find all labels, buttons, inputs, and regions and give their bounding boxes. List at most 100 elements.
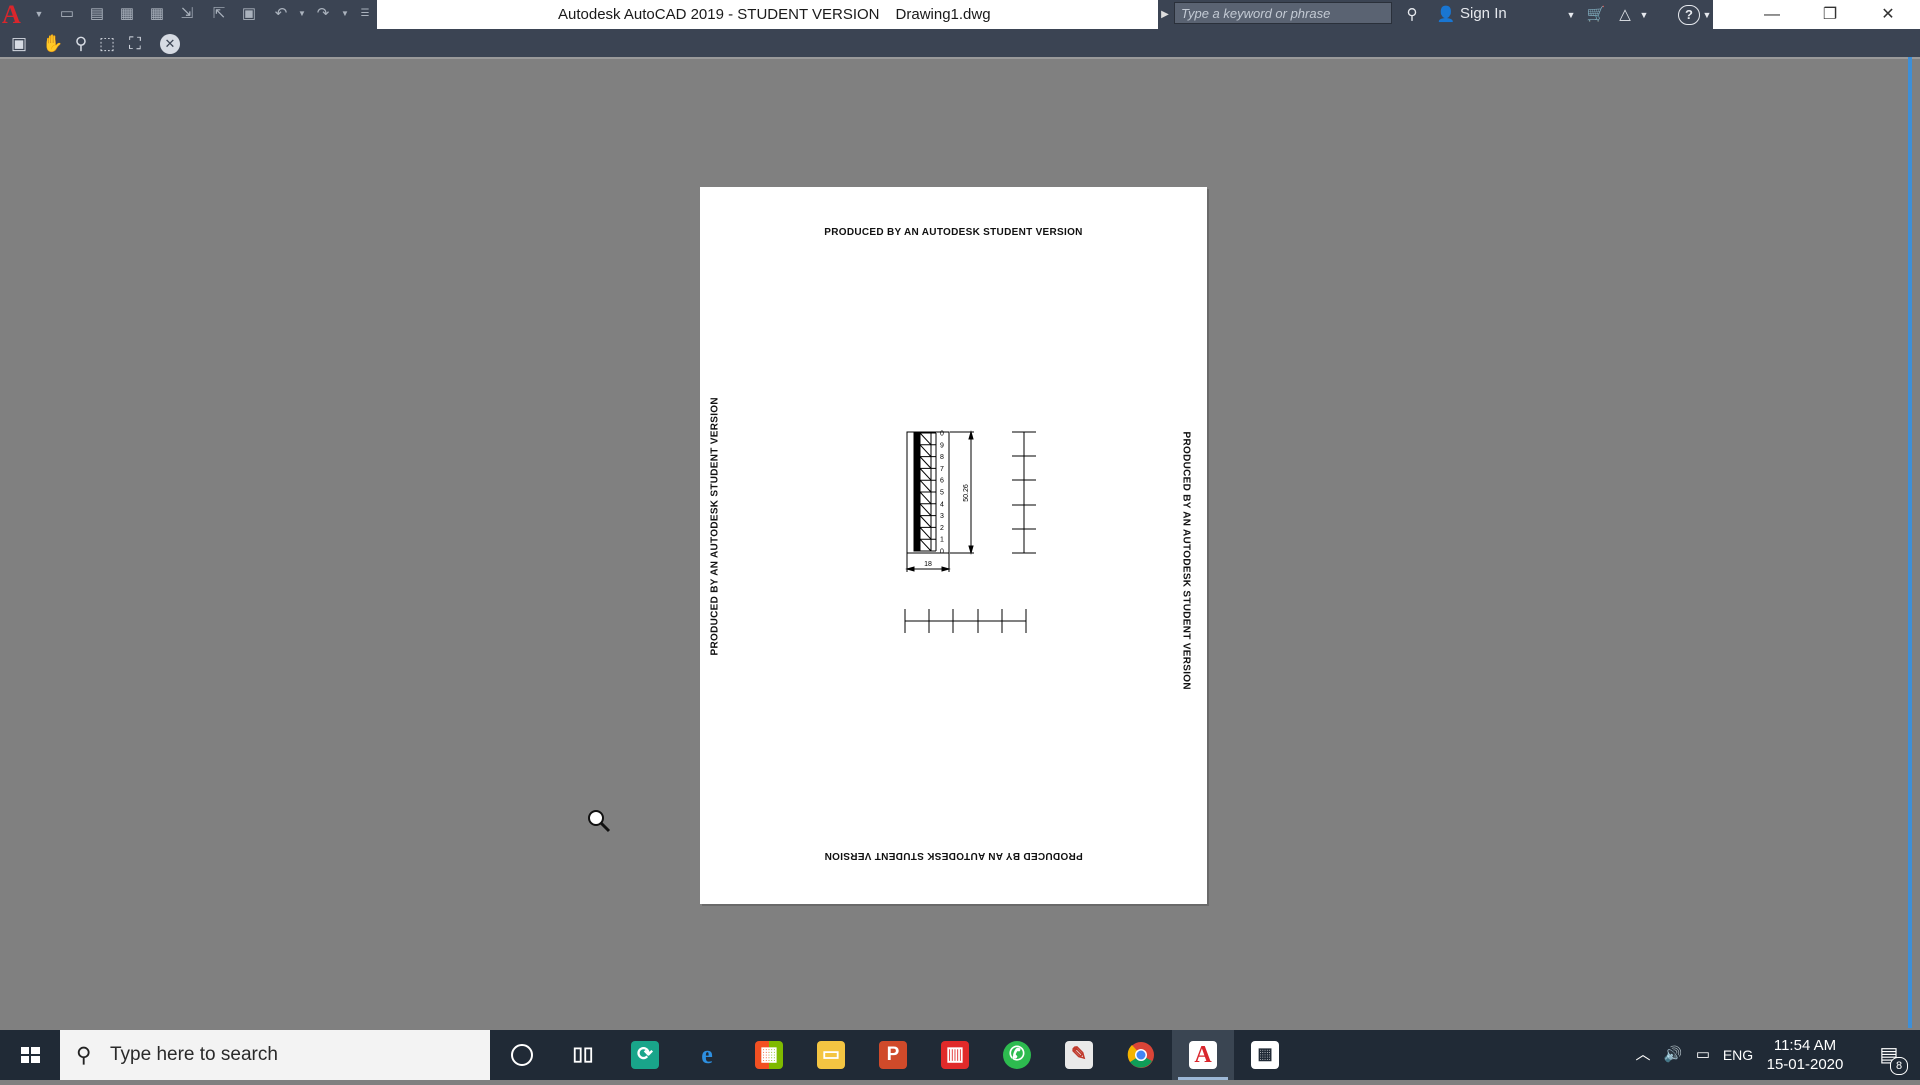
height-dimension-line: [950, 430, 974, 555]
scale-tick-label: 8: [940, 454, 944, 461]
open-icon[interactable]: ▤: [88, 5, 106, 23]
redo-icon[interactable]: ↷: [314, 5, 332, 23]
user-icon[interactable]: 👤: [1436, 5, 1456, 25]
paint-icon: ✎: [1065, 1041, 1093, 1069]
cortana-button[interactable]: [490, 1030, 552, 1080]
taskbar-app-whatsapp[interactable]: ✆: [986, 1030, 1048, 1080]
height-dimension-label: 50.26: [963, 484, 970, 502]
edge-icon: e: [701, 1040, 713, 1069]
file-explorer-icon: ▭: [817, 1041, 845, 1069]
taskbar-app-store[interactable]: ▦: [738, 1030, 800, 1080]
undo-icon[interactable]: ↶: [272, 5, 290, 23]
search-icon: ⚲: [76, 1044, 92, 1067]
taskbar-app-powerpoint[interactable]: P: [862, 1030, 924, 1080]
cart-icon[interactable]: 🛒: [1584, 5, 1608, 25]
minimize-button[interactable]: —: [1743, 0, 1801, 29]
sign-in-link[interactable]: Sign In: [1460, 5, 1507, 22]
window-title: Autodesk AutoCAD 2019 - STUDENT VERSION D…: [558, 6, 991, 23]
taskbar-app-sync[interactable]: ⟳: [614, 1030, 676, 1080]
undo-dropdown-icon[interactable]: ▼: [293, 5, 311, 23]
scrollbar[interactable]: [1908, 57, 1912, 1028]
task-view-icon: ▯▯: [572, 1044, 594, 1065]
taskbar-app-edge[interactable]: e: [676, 1030, 738, 1080]
windows-icon: [21, 1047, 40, 1063]
taskbar-app-paint[interactable]: ✎: [1048, 1030, 1110, 1080]
taskbar-search-box[interactable]: ⚲ Type here to search: [60, 1030, 490, 1080]
customize-icon[interactable]: ☰: [356, 5, 374, 23]
help-dropdown-icon[interactable]: ▼: [1702, 5, 1712, 25]
taskbar-app-chrome[interactable]: [1110, 1030, 1172, 1080]
powerpoint-icon: P: [879, 1041, 907, 1069]
scale-tick-label: 2: [940, 525, 944, 532]
start-button[interactable]: [0, 1030, 60, 1080]
export-icon[interactable]: ⇲: [178, 5, 196, 23]
title-bar: A ▼ ▭ ▤ ▦ ▦ ⇲ ⇱ ▣ ↶ ▼ ↷ ▼ ☰ Autodesk Aut…: [0, 0, 1920, 29]
scale-diagonal: [919, 515, 932, 528]
clock[interactable]: 11:54 AM 15-01-2020: [1756, 1036, 1854, 1074]
taskbar-app-reader[interactable]: ▥: [924, 1030, 986, 1080]
volume-icon[interactable]: 🔊: [1658, 1030, 1688, 1080]
autocad-icon: A: [1189, 1041, 1217, 1069]
taskbar-search-placeholder: Type here to search: [110, 1044, 278, 1065]
scale-diagonal: [919, 491, 932, 505]
expand-search-icon[interactable]: ▶: [1158, 0, 1172, 29]
clock-date: 15-01-2020: [1766, 1056, 1844, 1073]
scale-diagonal: [919, 468, 932, 481]
new-icon[interactable]: ▭: [58, 5, 76, 23]
pan-icon[interactable]: ✋: [42, 33, 64, 55]
scale-diagonal: [919, 527, 932, 540]
store-icon: ▦: [755, 1041, 783, 1069]
sign-in-dropdown-icon[interactable]: ▼: [1564, 5, 1578, 25]
publish-icon[interactable]: ⇱: [210, 5, 228, 23]
app-menu-chevron-icon[interactable]: ▼: [30, 5, 48, 23]
scale-tick-label: 9: [940, 442, 944, 449]
info-center: ▶ ⚲ 👤 Sign In ▼ 🛒 △ ▼ ? ▼: [1158, 0, 1713, 29]
clock-time: 11:54 AM: [1773, 1037, 1837, 1054]
action-center-button[interactable]: ▤ 8: [1864, 1030, 1914, 1080]
plot-icon[interactable]: ▣: [8, 33, 30, 55]
taskbar: ⚲ Type here to search ▯▯ ⟳ e ▦ ▭ P ▥ ✆ ✎…: [0, 1030, 1920, 1080]
scale-tick-label: 5: [940, 490, 944, 497]
scale-tick-label: 0: [940, 431, 944, 438]
keyword-search-input[interactable]: [1174, 2, 1392, 24]
plot-icon[interactable]: ▣: [240, 5, 258, 23]
zoom-original-icon[interactable]: ⛶: [124, 33, 146, 55]
language-indicator[interactable]: ENG: [1720, 1030, 1756, 1080]
viewport-edge: [0, 57, 1920, 59]
close-button[interactable]: ✕: [1859, 0, 1917, 29]
taskbar-app-calculator[interactable]: ▦: [1234, 1030, 1296, 1080]
width-dimension-label: 18: [924, 561, 932, 568]
vertical-tick-line: [1012, 431, 1036, 554]
save-icon[interactable]: ▦: [118, 5, 136, 23]
task-view-button[interactable]: ▯▯: [552, 1030, 614, 1080]
scale-tick-label: 0: [940, 549, 944, 556]
calculator-icon: ▦: [1251, 1041, 1279, 1069]
save-as-icon[interactable]: ▦: [148, 5, 166, 23]
scale-tick-label: 7: [940, 466, 944, 473]
zoom-window-icon[interactable]: ⬚: [96, 33, 118, 55]
scale-diagonal: [919, 444, 932, 457]
taskbar-app-explorer[interactable]: ▭: [800, 1030, 862, 1080]
show-hidden-icons[interactable]: ︿: [1628, 1030, 1658, 1080]
app-store-dropdown-icon[interactable]: ▼: [1638, 5, 1650, 25]
reader-icon: ▥: [941, 1041, 969, 1069]
autocad-logo-icon[interactable]: A: [2, 0, 30, 29]
scale-tick-label: 6: [940, 478, 944, 485]
scale-diagonal: [919, 538, 932, 552]
help-icon[interactable]: ?: [1678, 5, 1700, 25]
autodesk-app-store-icon[interactable]: △: [1614, 5, 1636, 25]
drawing-geometry: 0 9 8 7 6 5 4 3 2 1 0 50.26 18: [904, 430, 1036, 633]
zoom-icon[interactable]: ⚲: [70, 33, 92, 55]
scale-tick-label: 1: [940, 537, 944, 544]
whatsapp-icon: ✆: [1003, 1041, 1031, 1069]
scale-tick-label: 3: [940, 513, 944, 520]
binoculars-icon[interactable]: ⚲: [1401, 5, 1423, 25]
close-preview-icon[interactable]: ✕: [160, 34, 180, 54]
restore-button[interactable]: ❐: [1801, 0, 1859, 29]
redo-dropdown-icon[interactable]: ▼: [336, 5, 354, 23]
cortana-icon: [511, 1044, 533, 1066]
quick-access-toolbar: A ▼ ▭ ▤ ▦ ▦ ⇲ ⇱ ▣ ↶ ▼ ↷ ▼ ☰: [0, 0, 377, 29]
battery-icon[interactable]: ▭: [1688, 1030, 1718, 1080]
file-name: Drawing1.dwg: [895, 6, 991, 23]
taskbar-app-autocad[interactable]: A: [1172, 1030, 1234, 1080]
